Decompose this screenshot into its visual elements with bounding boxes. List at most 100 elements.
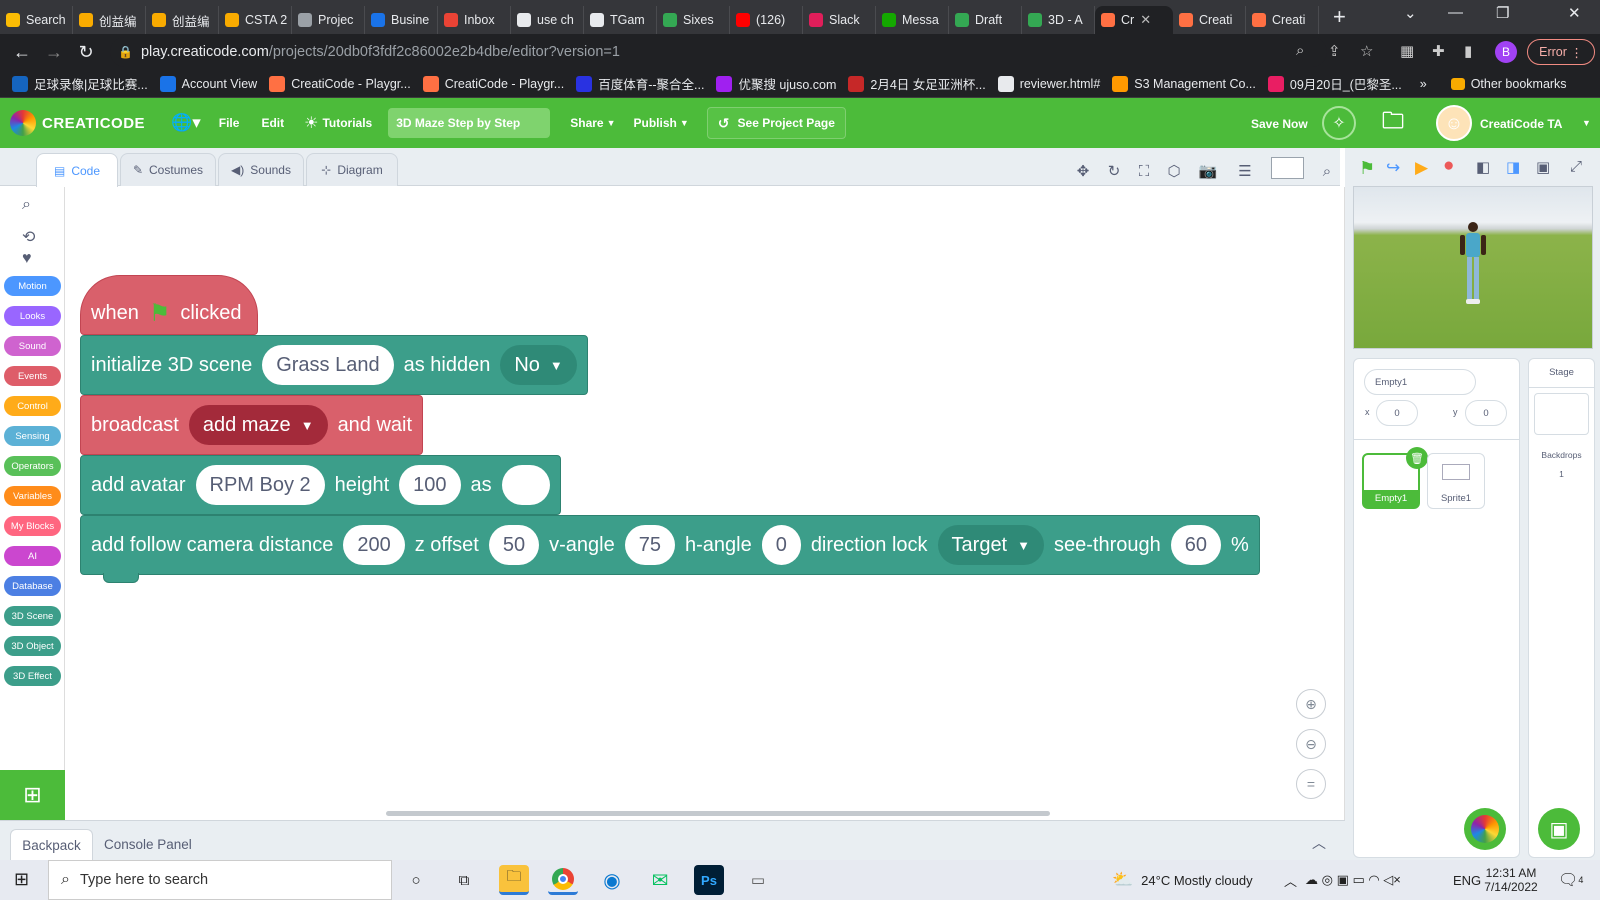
category-operators[interactable]: Operators bbox=[4, 456, 61, 476]
sprite-thumb-sprite1[interactable]: Sprite1 bbox=[1427, 453, 1485, 509]
search-icon[interactable]: ⌕ bbox=[22, 196, 31, 214]
category-control[interactable]: Control bbox=[4, 396, 61, 416]
small-stage-icon[interactable]: ◧ bbox=[1476, 158, 1490, 176]
edge-icon[interactable]: ◉ bbox=[597, 865, 627, 895]
scene-input[interactable]: Grass Land bbox=[262, 345, 394, 385]
profile-avatar[interactable]: B bbox=[1495, 41, 1517, 63]
browser-tab[interactable]: 3D - A bbox=[1022, 6, 1095, 34]
side-panel-icon[interactable]: ▮ bbox=[1464, 42, 1472, 60]
large-stage-icon[interactable]: ▣ bbox=[1536, 158, 1550, 176]
v-angle-input[interactable]: 75 bbox=[624, 525, 675, 565]
camera-icon[interactable]: 📷 bbox=[1195, 158, 1221, 184]
chevron-up-icon[interactable]: ︿ bbox=[1312, 833, 1326, 853]
menu-file[interactable]: File bbox=[219, 116, 240, 130]
category-ai[interactable]: AI bbox=[4, 546, 61, 566]
stop-icon[interactable]: ● bbox=[1443, 155, 1454, 177]
menu-share[interactable]: Share ▼ bbox=[570, 116, 615, 130]
bookmark-item[interactable]: 09月20日_(巴黎圣... bbox=[1267, 74, 1402, 93]
bookmark-star-icon[interactable]: ☆ bbox=[1360, 42, 1373, 60]
caret-down-icon[interactable]: ▼ bbox=[1582, 118, 1591, 128]
menu-publish[interactable]: Publish ▼ bbox=[634, 116, 689, 130]
menu-tutorials[interactable]: ☀ Tutorials bbox=[304, 113, 372, 133]
browser-tab[interactable]: Messa bbox=[876, 6, 949, 34]
forward-icon[interactable]: → bbox=[38, 42, 70, 63]
category-3d-effect[interactable]: 3D Effect bbox=[4, 666, 61, 686]
browser-tab[interactable]: Cr ✕ bbox=[1095, 6, 1173, 34]
message-dropdown[interactable]: add maze ▼ bbox=[188, 405, 328, 445]
heart-icon[interactable]: ♥ bbox=[22, 250, 32, 268]
browser-tab[interactable]: Creati bbox=[1173, 6, 1246, 34]
chrome-icon[interactable] bbox=[548, 865, 578, 895]
zoom-out-icon[interactable]: ⊖ bbox=[1296, 729, 1326, 759]
other-bookmarks[interactable]: Other bookmarks bbox=[1450, 77, 1567, 91]
tab-diagram[interactable]: ⊹ Diagram bbox=[306, 153, 398, 186]
normal-stage-icon[interactable]: ◨ bbox=[1506, 158, 1520, 176]
zoom-icon[interactable]: ⌕ bbox=[1296, 42, 1304, 59]
bookmark-item[interactable]: 优聚搜 ujuso.com bbox=[716, 74, 836, 93]
address-bar[interactable]: 🔒 play.creaticode.com/projects/20db0f3fd… bbox=[110, 37, 1327, 67]
search-blocks-input[interactable] bbox=[1271, 157, 1304, 179]
z-offset-input[interactable]: 50 bbox=[488, 525, 540, 565]
bookmarks-overflow[interactable]: » bbox=[1420, 77, 1427, 91]
language-globe-icon[interactable]: 🌐▾ bbox=[171, 113, 201, 133]
remote-desktop-icon[interactable]: ▭ bbox=[743, 865, 773, 895]
new-tab-button[interactable]: + bbox=[1333, 4, 1346, 30]
creaticode-logo[interactable]: CREATICODE bbox=[10, 110, 145, 136]
cube-icon[interactable]: ⬡ bbox=[1161, 158, 1187, 184]
browser-tab[interactable]: Slack bbox=[803, 6, 876, 34]
stage-selector[interactable]: Stage Backdrops 1 bbox=[1528, 358, 1595, 858]
category-my-blocks[interactable]: My Blocks bbox=[4, 516, 61, 536]
search-icon[interactable]: ⌕ bbox=[1314, 158, 1340, 184]
console-panel-tab[interactable]: Console Panel bbox=[104, 837, 192, 852]
restore-icon[interactable]: ❐ bbox=[1496, 4, 1509, 22]
sprite-thumb-empty1[interactable]: 🗑 Empty1 bbox=[1362, 447, 1428, 509]
bookmark-item[interactable]: S3 Management Co... bbox=[1112, 75, 1256, 92]
block-broadcast-and-wait[interactable]: broadcast add maze ▼ and wait bbox=[80, 395, 424, 455]
notifications-icon[interactable]: 🗨 4 bbox=[1558, 860, 1583, 900]
backpack-tab[interactable]: Backpack bbox=[10, 829, 93, 861]
minimize-icon[interactable]: — bbox=[1448, 4, 1463, 21]
category-sound[interactable]: Sound bbox=[4, 336, 61, 356]
zoom-reset-icon[interactable]: = bbox=[1296, 769, 1326, 799]
bookmark-item[interactable]: reviewer.html# bbox=[997, 75, 1100, 92]
category-sensing[interactable]: Sensing bbox=[4, 426, 61, 446]
height-input[interactable]: 100 bbox=[399, 465, 461, 505]
tray-apps-icon[interactable]: ☁ ◎ ▣ ▭ ◠ ◁× bbox=[1305, 860, 1401, 900]
tab-costumes[interactable]: ✎ Costumes bbox=[120, 153, 216, 186]
block-when-flag-clicked[interactable]: when ⚑ clicked bbox=[80, 275, 258, 335]
project-title-input[interactable]: 3D Maze Step by Step bbox=[388, 108, 551, 138]
browser-tab[interactable]: Search bbox=[0, 6, 73, 34]
bookmark-item[interactable]: 足球录像|足球比赛... bbox=[12, 74, 148, 93]
browser-tab[interactable]: 创益编 bbox=[146, 6, 219, 34]
move-arrows-icon[interactable]: ✥ bbox=[1070, 158, 1096, 184]
user-name[interactable]: CreatiCode TA bbox=[1480, 117, 1562, 131]
hidden-dropdown[interactable]: No ▼ bbox=[500, 345, 577, 385]
horizontal-scrollbar[interactable] bbox=[386, 811, 1050, 816]
qr-extension-icon[interactable]: ▦ bbox=[1400, 42, 1414, 60]
align-left-icon[interactable]: ☰ bbox=[1232, 158, 1258, 184]
zoom-in-icon[interactable]: ⊕ bbox=[1296, 689, 1326, 719]
sprite-name-input[interactable]: Empty1 bbox=[1364, 369, 1476, 395]
browser-tab[interactable]: use ch bbox=[511, 6, 584, 34]
browser-tab[interactable]: Creati bbox=[1246, 6, 1319, 34]
history-icon[interactable]: ⟲ bbox=[22, 227, 35, 247]
user-avatar[interactable]: ☺ bbox=[1436, 105, 1472, 141]
tray-overflow-icon[interactable]: ︿ bbox=[1284, 860, 1297, 900]
back-icon[interactable]: ← bbox=[6, 42, 38, 63]
bookmark-item[interactable]: 2月4日 女足亚洲杯... bbox=[848, 74, 986, 93]
choose-sprite-button[interactable] bbox=[1464, 808, 1506, 850]
task-view-icon[interactable]: ⧉ bbox=[449, 865, 479, 895]
browser-tab[interactable]: Sixes bbox=[657, 6, 730, 34]
stage-thumbnail[interactable] bbox=[1534, 393, 1589, 435]
bookmark-item[interactable]: CreatiCode - Playgr... bbox=[422, 75, 564, 92]
block-add-follow-camera[interactable]: add follow camera distance 200 z offset … bbox=[80, 515, 1260, 583]
tab-search-icon[interactable]: ⌄ bbox=[1404, 4, 1417, 22]
category-looks[interactable]: Looks bbox=[4, 306, 61, 326]
see-project-page-button[interactable]: ↺ See Project Page bbox=[706, 107, 846, 139]
browser-tab[interactable]: Draft bbox=[949, 6, 1022, 34]
language-indicator[interactable]: ENG bbox=[1453, 860, 1481, 900]
cortana-icon[interactable]: ○ bbox=[401, 865, 431, 895]
block-add-avatar[interactable]: add avatar RPM Boy 2 height 100 as bbox=[80, 455, 561, 515]
browser-tab[interactable]: 创益编 bbox=[73, 6, 146, 34]
play-icon[interactable]: ▶ bbox=[1415, 158, 1428, 178]
